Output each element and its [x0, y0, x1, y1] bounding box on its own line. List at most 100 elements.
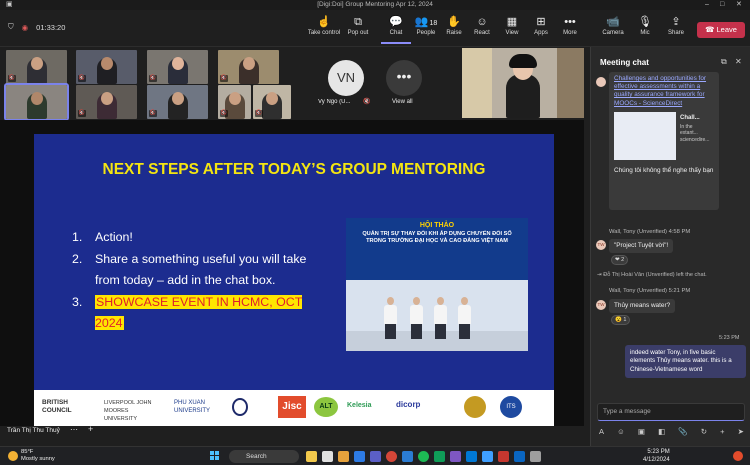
- taskbar-search[interactable]: Search: [229, 450, 299, 463]
- preview-image: [614, 111, 676, 160]
- react-button[interactable]: ☺ React: [467, 14, 497, 44]
- teams-meeting-window: [Digi:Doi] Group Mentoring Apr 12, 2024 …: [0, 0, 750, 465]
- outlook-icon[interactable]: [354, 451, 365, 462]
- camera-icon: 📹: [606, 16, 620, 28]
- view-all-button[interactable]: •••: [386, 60, 422, 96]
- recording-icon: ◉: [21, 22, 29, 32]
- participant-video-active[interactable]: [4, 83, 69, 121]
- participant-video[interactable]: 🔇: [218, 85, 251, 119]
- more-options-icon[interactable]: ⋯: [70, 425, 78, 434]
- send-icon[interactable]: ➤: [738, 427, 744, 436]
- more-button[interactable]: ••• More: [555, 14, 585, 44]
- participant-video[interactable]: 🔇: [147, 50, 208, 84]
- attach-icon[interactable]: 📎: [678, 427, 687, 436]
- meeting-timer: 01:33:20: [36, 22, 66, 32]
- link-preview-card[interactable]: Chall... In the extant... sciencedire...: [614, 111, 714, 160]
- zoom-icon[interactable]: [482, 451, 493, 462]
- camera-button[interactable]: 📹 Camera: [596, 14, 630, 44]
- weather-sun-icon[interactable]: [8, 451, 18, 461]
- apps-button[interactable]: ⊞ Apps: [526, 14, 556, 44]
- chat-link[interactable]: Challenges and opportunities for effecti…: [614, 75, 714, 108]
- zalo-icon[interactable]: [514, 451, 525, 462]
- pop-out-button[interactable]: ⧉ Pop out: [343, 14, 373, 44]
- participant-name: Vy Ngo (U...: [318, 99, 351, 105]
- participant-video[interactable]: 🔇: [253, 85, 291, 119]
- system-clock[interactable]: 5:23 PM 4/12/2024: [643, 449, 670, 464]
- participant-video[interactable]: 🔇: [218, 50, 279, 84]
- heart-reaction[interactable]: ❤ 2: [611, 255, 629, 265]
- add-icon[interactable]: +: [720, 427, 724, 436]
- message-meta: Wall, Tony (Unverified) 4:58 PM: [609, 229, 691, 235]
- more-icon: •••: [564, 16, 576, 28]
- event-photo: HỘI THẢO QUẢN TRỊ SỰ THAY ĐỔI KHI ÁP DỤN…: [346, 218, 528, 351]
- system-message: ⇥ Đỗ Thị Hoài Vân (Unverified) left the …: [597, 272, 707, 278]
- loop-icon[interactable]: ↻: [701, 427, 707, 436]
- participant-video[interactable]: 🔇: [6, 50, 67, 84]
- close-chat-icon[interactable]: ✕: [735, 57, 742, 66]
- spotify-icon[interactable]: [418, 451, 429, 462]
- edge-icon[interactable]: [466, 451, 477, 462]
- emoji-icon[interactable]: ☺: [617, 427, 625, 436]
- share-button[interactable]: ⇪ Share: [661, 14, 691, 44]
- participant-video[interactable]: 🔇: [76, 50, 137, 84]
- add-icon[interactable]: +: [88, 424, 93, 434]
- widgets-icon[interactable]: [306, 451, 317, 462]
- chrome-icon[interactable]: [386, 451, 397, 462]
- slide-list-item: 2. Share a something useful you will take…: [72, 251, 307, 288]
- shield-icon: ⛉: [8, 22, 14, 31]
- maximize-icon[interactable]: □: [720, 0, 724, 10]
- alt-logo: ALT: [314, 397, 338, 417]
- presentation-slide: NEXT STEPS AFTER TODAY’S GROUP MENTORING…: [34, 134, 554, 426]
- window-title: [Digi:Doi] Group Mentoring Apr 12, 2024: [317, 1, 433, 8]
- phu-xuan-logo: PHU XUAN UNIVERSITY: [174, 400, 211, 414]
- chat-panel: Meeting chat ⧉ ✕ Challenges and opportun…: [590, 47, 750, 446]
- chat-button[interactable]: 💬 Chat: [381, 14, 411, 44]
- teams-icon: ▣: [6, 1, 13, 8]
- sender-avatar: TW: [596, 240, 606, 250]
- person-figure: [434, 297, 447, 339]
- word-icon[interactable]: [402, 451, 413, 462]
- open-university-logo: [232, 398, 248, 416]
- kelesia-logo: Kelesia: [347, 402, 372, 409]
- settings-icon[interactable]: [530, 451, 541, 462]
- mic-button[interactable]: 🎙 Mic: [630, 14, 660, 44]
- slide-list-item: 3. SHOWCASE EVENT IN HCMC, OCT 2024: [72, 294, 303, 330]
- gif-icon[interactable]: ▣: [638, 427, 645, 436]
- slide-list: 1. Action! 2. Share a something useful you…: [72, 227, 327, 335]
- teams-icon[interactable]: [370, 451, 381, 462]
- folder-icon[interactable]: [338, 451, 349, 462]
- raise-hand-button[interactable]: ✋ Raise: [439, 14, 469, 44]
- chat-icon: 💬: [389, 16, 403, 28]
- onenote-icon[interactable]: [450, 451, 461, 462]
- message-meta: Wall, Tony (Unverified) 5:21 PM: [609, 288, 691, 294]
- weather-widget[interactable]: 85°F Mostly sunny: [21, 449, 55, 463]
- leave-button[interactable]: ☎ Leave: [697, 22, 745, 38]
- people-icon: 👥18: [414, 16, 438, 28]
- sender-avatar: [596, 77, 606, 87]
- format-icon[interactable]: A: [599, 427, 604, 436]
- windows-start-icon[interactable]: [210, 451, 220, 461]
- popout-chat-icon[interactable]: ⧉: [721, 57, 727, 67]
- people-button[interactable]: 👥18 People: [411, 14, 441, 44]
- view-button[interactable]: ▦ View: [497, 14, 527, 44]
- take-control-button[interactable]: ☝ Take control: [305, 14, 343, 44]
- copilot-icon[interactable]: [733, 451, 743, 461]
- jisc-logo: Jisc: [278, 396, 306, 418]
- participant-video[interactable]: 🔇: [147, 85, 208, 119]
- ljmu-logo: LIVERPOOL JOHN MOORES UNIVERSITY: [104, 400, 152, 422]
- slide-title: NEXT STEPS AFTER TODAY’S GROUP MENTORING: [102, 161, 486, 178]
- surprise-reaction[interactable]: 😮 1: [611, 315, 631, 325]
- participant-avatar[interactable]: VN: [328, 60, 364, 96]
- participant-video-large[interactable]: [462, 48, 584, 118]
- file-explorer-icon[interactable]: [322, 451, 333, 462]
- message-input[interactable]: Type a message: [597, 403, 745, 421]
- participant-video[interactable]: 🔇: [76, 85, 137, 119]
- sticker-icon[interactable]: ◧: [658, 427, 665, 436]
- highlighted-text: SHOWCASE EVENT IN HCMC, OCT 2024: [95, 294, 303, 330]
- minimize-icon[interactable]: –: [705, 0, 709, 10]
- powerpoint-icon[interactable]: [498, 451, 509, 462]
- mic-off-icon: 🔇: [363, 99, 371, 105]
- close-icon[interactable]: ✕: [736, 0, 742, 10]
- excel-icon[interactable]: [434, 451, 445, 462]
- chat-message: Thủy means water?: [609, 299, 676, 314]
